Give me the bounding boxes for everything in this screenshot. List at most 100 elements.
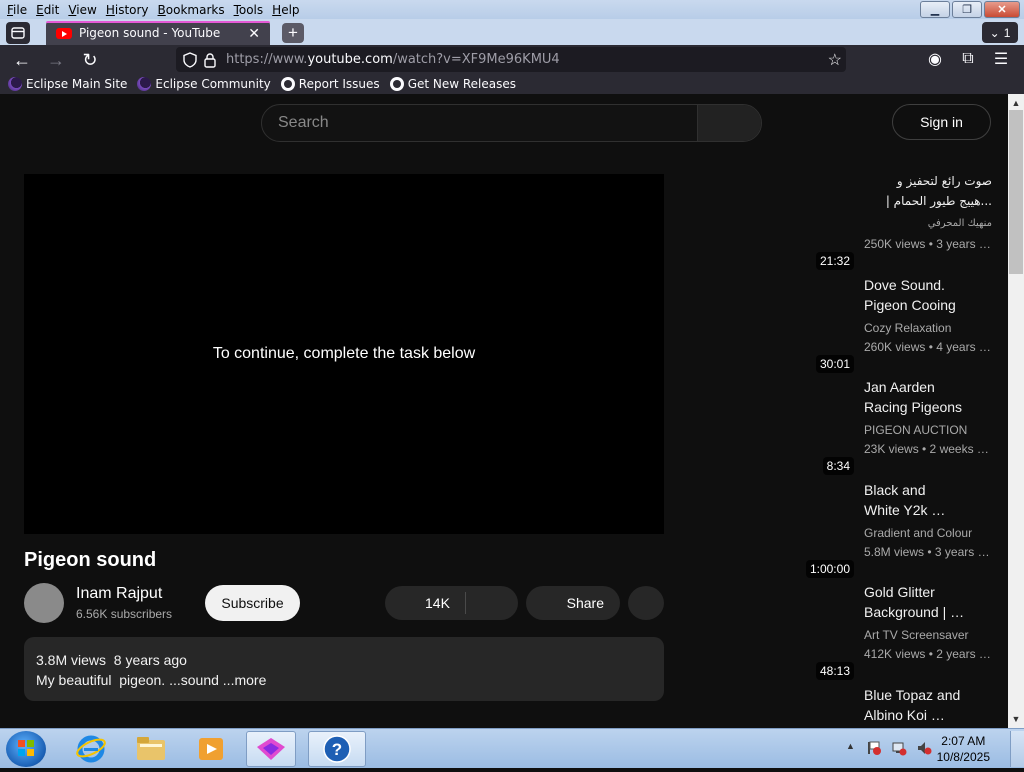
bookmark-report-issues[interactable]: Report Issues [280, 76, 380, 91]
taskbar-file-explorer[interactable] [126, 731, 176, 767]
rec-channel: Art TV Screensaver [864, 628, 969, 642]
rec-views: 412K views • 2 years ago [864, 647, 992, 661]
close-window-button[interactable]: ✕ [984, 1, 1020, 18]
recommendation-item[interactable]: Dove Sound. Pigeon Cooing Cozy Relaxatio… [804, 277, 994, 373]
share-button[interactable]: Share [526, 586, 620, 620]
show-hidden-icons-icon[interactable]: ▲ [846, 741, 855, 751]
taskbar-browser[interactable] [246, 731, 296, 767]
tab-close-icon[interactable]: ✕ [248, 25, 260, 42]
rec-views: 5.8M views • 3 years ago [864, 545, 992, 559]
volume-muted-icon[interactable] [916, 740, 932, 756]
start-button[interactable] [6, 731, 46, 767]
windows-logo-icon [18, 740, 34, 756]
taskbar-internet-explorer[interactable] [66, 731, 116, 767]
description-box[interactable]: 3.8M views 8 years ago My beautiful pige… [24, 637, 664, 701]
menu-bar: File Edit View History Bookmarks Tools H… [0, 0, 1024, 19]
plus-icon: + [288, 23, 298, 42]
rec-views: 260K views • 4 years ago [864, 340, 992, 354]
rec-title-line1: Jan Aarden [864, 379, 935, 395]
rec-channel: منهيك المحرفي [927, 218, 992, 229]
lock-icon[interactable] [202, 52, 218, 68]
bookmark-get-new-releases[interactable]: Get New Releases [389, 76, 517, 91]
subscribe-button[interactable]: Subscribe [205, 585, 300, 621]
tab-active[interactable]: Pigeon sound - YouTube ✕ [46, 21, 270, 45]
description-text: My beautiful pigeon. ...sound ...more [36, 672, 267, 688]
bookmark-eclipse-community[interactable]: Eclipse Community [137, 76, 271, 91]
menu-help[interactable]: Help [272, 3, 299, 17]
internet-explorer-icon [76, 735, 106, 763]
recommendation-item[interactable]: Jan Aarden Racing Pigeons PIGEON AUCTION… [804, 379, 994, 475]
like-dislike-group: 14K [385, 586, 518, 620]
bookmark-star-icon[interactable]: ☆ [828, 50, 842, 70]
search-box[interactable]: Search [261, 104, 762, 142]
recommendation-item[interactable]: صوت رائع لتحفيز و ...هييج طيور الحمام | … [804, 174, 994, 270]
url-text: https://www.youtube.com/watch?v=XF9Me96K… [226, 52, 560, 67]
menu-view[interactable]: View [68, 3, 96, 17]
bookmark-eclipse-main-site[interactable]: Eclipse Main Site [8, 76, 128, 91]
page-scrollbar[interactable]: ▲ ▼ [1008, 94, 1024, 728]
more-actions-button[interactable] [628, 586, 664, 620]
action-center-flag-icon[interactable] [866, 740, 882, 756]
rec-title-line1: Gold Glitter [864, 584, 935, 600]
app-menu-button[interactable]: ☰ [992, 50, 1010, 68]
scrollbar-thumb[interactable] [1009, 110, 1023, 274]
firefox-view-icon [11, 27, 25, 39]
minimize-button[interactable]: ▁ [920, 1, 950, 18]
menu-bookmarks[interactable]: Bookmarks [158, 3, 225, 17]
reload-button[interactable]: ↻ [79, 49, 101, 71]
rec-title-line2: Racing Pigeons [864, 399, 963, 415]
tab-list-button[interactable]: ⌄ 1 [982, 22, 1018, 43]
bookmark-label: Get New Releases [407, 76, 517, 91]
restore-icon: ❐ [962, 4, 972, 16]
recommendation-item[interactable]: Gold Glitter Background | … Art TV Scree… [804, 584, 994, 680]
navigation-toolbar: ← → ↻ https://www.youtube.com/watch?v=XF… [0, 45, 1024, 73]
rec-title-line1: Blue Topaz and [864, 687, 961, 703]
video-player[interactable]: To continue, complete the task below [24, 174, 664, 534]
tab-count: 1 [1003, 25, 1011, 40]
rec-title-line1: Black and [864, 482, 926, 498]
menu-history[interactable]: History [106, 3, 149, 17]
forward-button[interactable]: → [45, 49, 67, 71]
back-button[interactable]: ← [11, 49, 33, 71]
rec-duration: 48:13 [815, 662, 854, 680]
taskbar-media-player[interactable] [186, 731, 236, 767]
bookmark-label: Eclipse Main Site [26, 76, 128, 91]
url-prefix: https://www. [226, 52, 308, 67]
scroll-down-arrow-icon[interactable]: ▼ [1008, 712, 1024, 726]
recommendation-item[interactable]: Black and White Y2k … Gradient and Colou… [804, 482, 994, 578]
show-desktop-button[interactable] [1010, 731, 1024, 767]
url-bar[interactable]: https://www.youtube.com/watch?v=XF9Me96K… [176, 47, 846, 72]
system-clock[interactable]: 2:07 AM 10/8/2025 [937, 733, 990, 765]
like-count[interactable]: 14K [425, 595, 450, 611]
menu-edit[interactable]: Edit [36, 3, 59, 17]
extensions-icon: ⧉ [962, 50, 974, 67]
folder-icon [137, 737, 165, 760]
url-domain: youtube.com [307, 52, 393, 67]
menu-tools[interactable]: Tools [234, 3, 264, 17]
rec-title-line2: Pigeon Cooing [864, 297, 956, 313]
network-icon[interactable] [891, 740, 907, 756]
new-tab-button[interactable]: + [282, 23, 304, 43]
account-button[interactable]: ◉ [926, 50, 944, 68]
search-button[interactable] [697, 105, 761, 141]
shield-icon[interactable] [182, 52, 198, 68]
recommendation-item[interactable]: Blue Topaz and Albino Koi … [804, 687, 994, 728]
github-icon [280, 76, 295, 91]
search-input[interactable]: Search [278, 114, 329, 132]
restore-button[interactable]: ❐ [952, 1, 982, 18]
scroll-up-arrow-icon[interactable]: ▲ [1008, 96, 1024, 110]
sign-in-button[interactable]: Sign in [892, 104, 991, 140]
minimize-icon: ▁ [930, 4, 940, 16]
reload-icon: ↻ [82, 49, 98, 70]
channel-avatar[interactable] [24, 583, 64, 623]
rec-duration: 21:32 [815, 252, 854, 270]
firefox-view-button[interactable] [6, 22, 30, 44]
subscriber-count: 6.56K subscribers [76, 607, 173, 621]
channel-name[interactable]: Inam Rajput [76, 585, 162, 603]
taskbar-help[interactable]: ? [308, 731, 366, 767]
close-icon: ✕ [997, 4, 1007, 16]
chevron-down-icon: ⌄ [989, 25, 1000, 40]
back-arrow-icon: ← [13, 49, 31, 70]
menu-file[interactable]: File [7, 3, 27, 17]
extensions-button[interactable]: ⧉ [959, 50, 977, 68]
